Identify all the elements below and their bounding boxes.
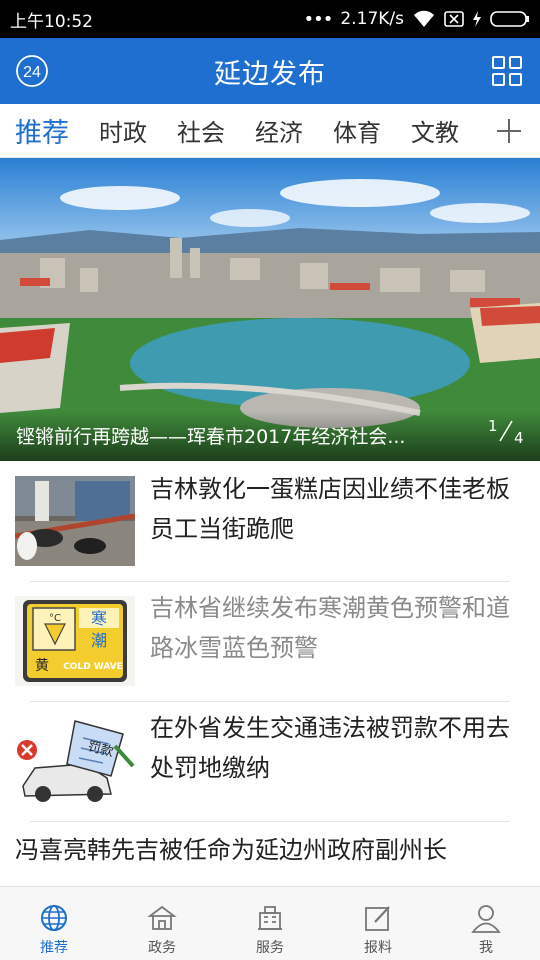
government-building-icon (147, 905, 177, 930)
wifi-icon (412, 10, 436, 28)
status-bar: 上午10:52 ••• 2.17K/s (0, 0, 540, 38)
news-item[interactable]: 罚款 在外省发生交通违法被罚款不用去处罚地缴纳 (0, 702, 540, 822)
app-logo-text: 24 (23, 64, 41, 81)
app-header: 24 延边发布 (0, 38, 540, 104)
nav-me[interactable]: 我 (432, 887, 540, 960)
nav-service[interactable]: 服务 (216, 887, 324, 960)
thumb-unit-text: °C (49, 613, 61, 624)
tab-society[interactable]: 社会 (162, 113, 240, 148)
add-tab-plus-icon[interactable] (494, 116, 524, 146)
carousel-caption[interactable]: 铿锵前行再跨越——珲春市2017年经济社会... (16, 422, 456, 449)
nav-label: 政务 (148, 940, 176, 956)
menu-grid-icon[interactable] (492, 56, 522, 86)
app-title: 延边发布 (214, 58, 326, 90)
city-buildings-icon (258, 906, 282, 930)
pager-total: 4 (514, 429, 524, 447)
status-time: 上午10:52 (10, 11, 93, 32)
tab-culture-education[interactable]: 文教 (396, 113, 474, 148)
app-logo-icon[interactable]: 24 (15, 54, 49, 88)
pager-current: 1 (488, 417, 498, 435)
nav-label: 推荐 (40, 940, 68, 956)
tab-politics[interactable]: 时政 (84, 113, 162, 148)
tab-sports[interactable]: 体育 (318, 113, 396, 148)
carousel-pager: 1 4 (486, 417, 526, 447)
nav-label: 服务 (256, 940, 284, 956)
edit-icon (365, 906, 390, 931)
news-headline[interactable]: 吉林省继续发布寒潮黄色预警和道路冰雪蓝色预警 (150, 588, 510, 668)
network-speed: 2.17K/s (340, 9, 404, 29)
hero-carousel[interactable]: 铿锵前行再跨越——珲春市2017年经济社会... 1 4 (0, 158, 540, 461)
traffic-fine-cartoon-icon: 罚款 (15, 716, 135, 806)
news-item[interactable]: °C 寒 潮 黄 COLD WAVE 吉林省继续发布寒潮黄色预警和道路冰雪蓝色预… (0, 582, 540, 702)
more-dots-icon: ••• (303, 8, 334, 30)
tab-economy[interactable]: 经济 (240, 113, 318, 148)
street-photo-icon (15, 476, 135, 566)
status-indicators: ••• 2.17K/s (304, 9, 530, 30)
cold-wave-warning-icon: °C 寒 潮 黄 COLD WAVE (15, 596, 135, 686)
category-tabs: 推荐 时政 社会 经济 体育 文教 (0, 104, 540, 158)
tab-recommend[interactable]: 推荐 (0, 111, 84, 150)
pager-slash-icon (499, 420, 513, 442)
nav-label: 报料 (364, 940, 392, 956)
battery-icon (490, 10, 530, 28)
nav-label: 我 (479, 940, 493, 956)
globe-icon (41, 905, 67, 931)
nav-government[interactable]: 政务 (108, 887, 216, 960)
charging-icon (472, 11, 482, 27)
news-item[interactable]: 吉林敦化一蛋糕店因业绩不佳老板员工当街跪爬 (0, 461, 540, 581)
bottom-nav: 推荐 政务 服务 报料 我 (0, 886, 540, 960)
sim-blocked-icon (444, 11, 464, 27)
nav-report[interactable]: 报料 (324, 887, 432, 960)
thumb-char-middle: 潮 (91, 631, 107, 650)
nav-recommend[interactable]: 推荐 (0, 887, 108, 960)
news-headline[interactable]: 吉林敦化一蛋糕店因业绩不佳老板员工当街跪爬 (150, 469, 510, 549)
news-headline[interactable]: 在外省发生交通违法被罚款不用去处罚地缴纳 (150, 708, 510, 788)
thumb-char-top: 寒 (91, 609, 107, 628)
user-icon (471, 905, 501, 933)
list-divider (30, 821, 510, 822)
thumb-english: COLD WAVE (63, 662, 123, 672)
thumb-char-bottom: 黄 (35, 657, 49, 674)
news-headline[interactable]: 冯喜亮韩先吉被任命为延边州政府副州长 (15, 830, 525, 870)
